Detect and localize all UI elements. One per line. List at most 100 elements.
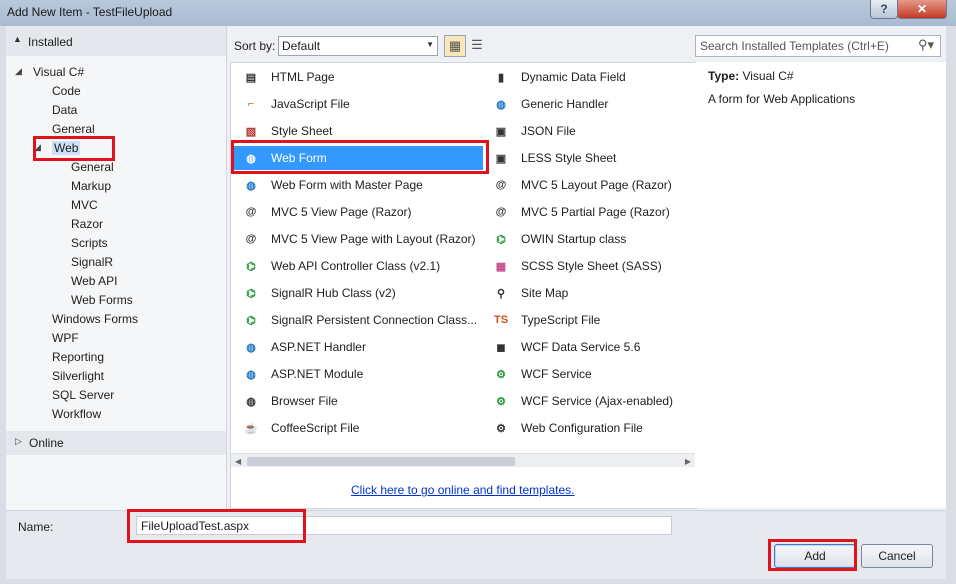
config-file-icon: ⚙ — [496, 422, 506, 435]
scroll-left-icon[interactable]: ◀ — [235, 457, 241, 466]
tree-node-label: Data — [52, 103, 78, 117]
tree-node[interactable]: Reporting — [52, 350, 104, 364]
template-item[interactable]: ▮ Dynamic Data Field — [484, 65, 694, 89]
tree-node-label: MVC — [71, 198, 98, 212]
medium-icons-view-button[interactable]: ▦ — [444, 35, 466, 57]
template-item[interactable]: ◍ Browser File — [234, 389, 483, 413]
template-item[interactable]: ⚙ Web Configuration File — [484, 416, 694, 440]
sitemap-icon: ⚲ — [496, 287, 506, 300]
template-label: MVC 5 Partial Page (Razor) — [521, 205, 670, 219]
template-item[interactable]: ◍ Generic Handler — [484, 92, 694, 116]
type-value: Visual C# — [742, 69, 794, 83]
tree-node[interactable]: Silverlight — [52, 369, 104, 383]
tree-node-label: Workflow — [52, 407, 102, 421]
help-button[interactable]: ? — [870, 0, 898, 19]
template-list: ▤ HTML Page ⌐ JavaScript File ▧ Style Sheet ◍ W… — [230, 62, 698, 468]
template-item[interactable]: ⌬ OWIN Startup class — [484, 227, 694, 251]
template-label: SignalR Persistent Connection Class... — [271, 313, 478, 327]
add-button[interactable]: Add — [774, 544, 856, 568]
tree-node[interactable]: General — [52, 122, 95, 136]
less-icon: ▣ — [495, 152, 507, 165]
search-icon[interactable]: ⚲▾ — [918, 37, 934, 53]
close-button[interactable]: ✕ — [897, 0, 947, 19]
template-item[interactable]: ☕ CoffeeScript File — [234, 416, 483, 440]
template-item[interactable]: ⌬ SignalR Hub Class (v2) — [234, 281, 483, 305]
scroll-right-icon[interactable]: ▶ — [685, 457, 691, 466]
tree-node[interactable]: Markup — [71, 179, 111, 193]
template-item[interactable]: ◼ WCF Data Service 5.6 — [484, 335, 694, 359]
tree-node[interactable]: SignalR — [71, 255, 113, 269]
tree-node-web[interactable]: ◢ Web — [34, 141, 81, 155]
tree-node[interactable]: Razor — [71, 217, 103, 231]
template-item[interactable]: ▤ HTML Page — [234, 65, 483, 89]
tree-online-header[interactable]: ▷ Online — [6, 431, 226, 455]
tree-node[interactable]: WPF — [52, 331, 79, 345]
template-label: Style Sheet — [271, 124, 333, 138]
template-label: JavaScript File — [271, 97, 350, 111]
wcf-service-icon: ⚙ — [496, 368, 506, 381]
globe-icon: ◍ — [246, 341, 256, 354]
template-item[interactable]: ▣ JSON File — [484, 119, 694, 143]
template-item[interactable]: ⌬ SignalR Persistent Connection Class... — [234, 308, 483, 332]
template-label: WCF Service — [521, 367, 592, 381]
tree-node-label: Razor — [71, 217, 104, 231]
expand-triangle-icon[interactable]: ◢ — [34, 142, 41, 153]
template-item[interactable]: ⚙ WCF Service — [484, 362, 694, 386]
template-item[interactable]: ◍ ASP.NET Handler — [234, 335, 483, 359]
template-item[interactable]: @ MVC 5 View Page (Razor) — [234, 200, 483, 224]
browser-file-icon: ◍ — [246, 395, 256, 408]
collapse-arrow-icon: ▲ — [13, 34, 22, 44]
expand-arrow-icon: ▷ — [15, 436, 22, 446]
search-templates-input[interactable]: Search Installed Templates (Ctrl+E) ⚲▾ — [695, 35, 941, 57]
tree-node[interactable]: MVC — [71, 198, 98, 212]
template-label: Generic Handler — [521, 97, 609, 111]
template-item[interactable]: @ MVC 5 Partial Page (Razor) — [484, 200, 694, 224]
tree-node[interactable]: Web API — [71, 274, 117, 288]
template-item[interactable]: ⌐ JavaScript File — [234, 92, 483, 116]
template-label: Web Form with Master Page — [271, 178, 423, 192]
razor-page-icon: @ — [245, 206, 257, 218]
template-label: Web Form — [271, 151, 327, 165]
template-item[interactable]: ▧ Style Sheet — [234, 119, 483, 143]
tree-node[interactable]: Workflow — [52, 407, 101, 421]
scrollbar-thumb[interactable] — [247, 457, 515, 466]
tree-node[interactable]: General — [71, 160, 114, 174]
template-item[interactable]: @ MVC 5 Layout Page (Razor) — [484, 173, 694, 197]
tree-node-visual-csharp[interactable]: ◢ Visual C# — [15, 65, 84, 79]
sort-dropdown[interactable]: Default ▼ — [278, 36, 438, 56]
template-label: OWIN Startup class — [521, 232, 627, 246]
template-item[interactable]: ▦ SCSS Style Sheet (SASS) — [484, 254, 694, 278]
cancel-button[interactable]: Cancel — [861, 544, 933, 568]
template-label: MVC 5 Layout Page (Razor) — [521, 178, 672, 192]
tree-node[interactable]: Data — [52, 103, 77, 117]
list-view-button[interactable]: ☰ — [467, 35, 487, 55]
window-title: Add New Item - TestFileUpload — [7, 5, 173, 19]
razor-page-icon: @ — [495, 179, 507, 191]
coffeescript-icon: ☕ — [244, 422, 258, 435]
template-item[interactable]: ◍ ASP.NET Module — [234, 362, 483, 386]
bottom-bar: Name: FileUploadTest.aspx Add Cancel — [6, 510, 946, 579]
csharp-class-icon: ⌬ — [246, 287, 256, 300]
online-templates-link[interactable]: Click here to go online and find templat… — [351, 483, 574, 497]
tree-node[interactable]: Web Forms — [71, 293, 133, 307]
template-item[interactable]: ◍ Web Form — [234, 146, 483, 170]
name-field[interactable]: FileUploadTest.aspx — [136, 516, 672, 535]
expand-triangle-icon[interactable]: ◢ — [15, 66, 22, 77]
template-item[interactable]: ⌬ Web API Controller Class (v2.1) — [234, 254, 483, 278]
title-bar: Add New Item - TestFileUpload ? ✕ — [0, 0, 956, 26]
tree-node-label: Web — [52, 141, 81, 155]
template-item[interactable]: ◍ Web Form with Master Page — [234, 173, 483, 197]
tree-node-label: General — [71, 160, 114, 174]
template-label: SCSS Style Sheet (SASS) — [521, 259, 662, 273]
tree-node[interactable]: Code — [52, 84, 81, 98]
template-item[interactable]: ⚙ WCF Service (Ajax-enabled) — [484, 389, 694, 413]
template-item[interactable]: TS TypeScript File — [484, 308, 694, 332]
template-item[interactable]: @ MVC 5 View Page with Layout (Razor) — [234, 227, 483, 251]
template-item[interactable]: ▣ LESS Style Sheet — [484, 146, 694, 170]
tree-node-label: Scripts — [71, 236, 108, 250]
tree-node[interactable]: Windows Forms — [52, 312, 138, 326]
tree-installed-header[interactable]: ▲ Installed — [6, 26, 226, 56]
template-item[interactable]: ⚲ Site Map — [484, 281, 694, 305]
tree-node[interactable]: SQL Server — [52, 388, 114, 402]
tree-node[interactable]: Scripts — [71, 236, 108, 250]
